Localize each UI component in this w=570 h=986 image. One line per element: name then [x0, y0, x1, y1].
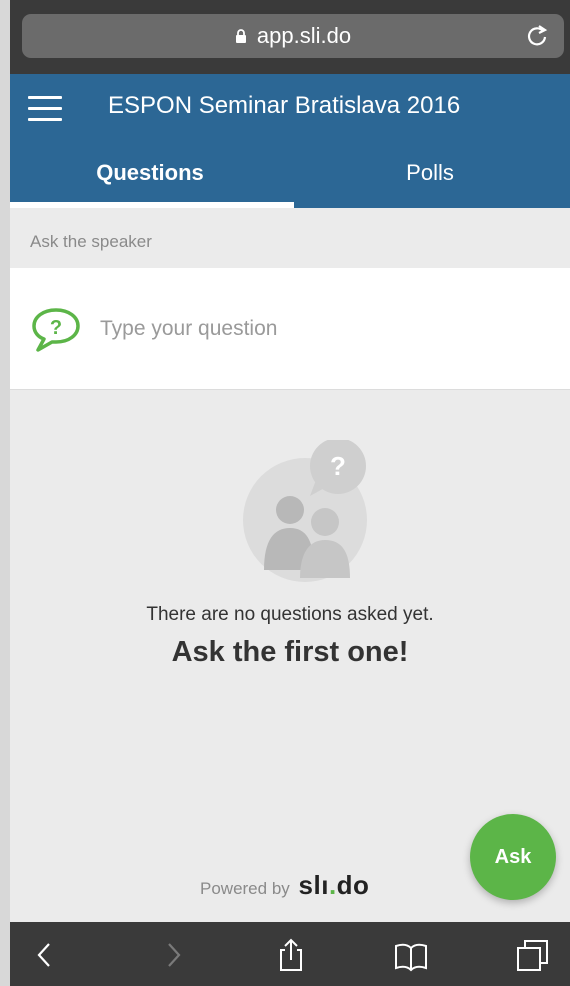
question-bubble-icon: ? [32, 308, 80, 352]
phone-screen: app.sli.do ESPON Seminar Bratislava 2016… [10, 0, 570, 986]
active-tab-indicator [10, 202, 294, 208]
lock-icon [235, 29, 246, 43]
logo-part-end: do [336, 870, 370, 900]
bookmarks-icon[interactable] [394, 938, 428, 972]
empty-state-message: There are no questions asked yet. [146, 604, 434, 625]
url-field[interactable]: app.sli.do [22, 14, 564, 58]
ask-button[interactable]: Ask [470, 814, 556, 900]
question-input-row[interactable]: ? [10, 268, 570, 390]
powered-by-label: Powered by [200, 879, 290, 898]
url-text: app.sli.do [256, 23, 352, 48]
svg-text:?: ? [330, 451, 346, 481]
tab-polls[interactable]: Polls [290, 148, 570, 208]
tab-polls-label: Polls [406, 160, 454, 185]
svg-text:?: ? [50, 317, 62, 339]
ask-speaker-label: Ask the speaker [30, 232, 152, 251]
powered-by: Powered by slı.do [200, 870, 369, 901]
empty-state-cta: Ask the first one! [171, 636, 409, 668]
hamburger-menu-icon[interactable] [28, 96, 62, 124]
logo-part-main: slı [298, 870, 329, 900]
tab-questions[interactable]: Questions [10, 148, 294, 208]
logo-part-dot: . [328, 870, 337, 900]
app-header: ESPON Seminar Bratislava 2016 Questions … [10, 74, 570, 208]
share-icon[interactable] [274, 938, 308, 972]
forward-icon[interactable] [156, 938, 190, 972]
tabs-icon[interactable] [516, 938, 550, 972]
event-title: ESPON Seminar Bratislava 2016 [108, 92, 461, 119]
people-question-illustration: ? [243, 440, 367, 582]
back-icon[interactable] [28, 938, 62, 972]
browser-toolbar [10, 922, 570, 986]
reload-icon[interactable] [524, 22, 550, 50]
browser-address-bar: app.sli.do [10, 0, 570, 74]
slido-logo[interactable]: slı.do [299, 870, 370, 900]
tab-questions-label: Questions [96, 160, 204, 185]
question-input[interactable] [100, 312, 540, 346]
